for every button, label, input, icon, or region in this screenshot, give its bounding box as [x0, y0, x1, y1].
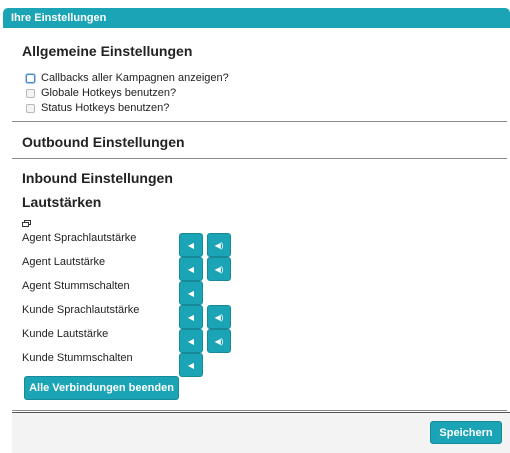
- customer-mute-label: Kunde Stummschalten: [22, 352, 133, 364]
- end-all-connections-button[interactable]: Alle Verbindungen beenden: [24, 376, 179, 400]
- customer-speech-volume-down-button[interactable]: ◀: [179, 305, 203, 329]
- volume-up-icon: ◀): [214, 336, 224, 346]
- customer-speech-volume-up-button[interactable]: ◀): [207, 305, 231, 329]
- agent-volume-down-button[interactable]: ◀: [179, 257, 203, 281]
- status-hotkeys-checkbox-label: Status Hotkeys benutzen?: [41, 102, 170, 114]
- global-hotkeys-checkbox-label: Globale Hotkeys benutzen?: [41, 87, 177, 99]
- mute-icon: ◀: [187, 288, 195, 298]
- agent-speech-volume-down-button[interactable]: ◀: [179, 233, 203, 257]
- status-hotkeys-checkbox-row[interactable]: Status Hotkeys benutzen?: [26, 101, 169, 115]
- divider: [12, 121, 507, 122]
- global-hotkeys-checkbox[interactable]: [26, 88, 35, 98]
- settings-header: Ihre Einstellungen: [3, 8, 510, 28]
- volume-up-icon: ◀): [214, 264, 224, 274]
- popout-icon[interactable]: [22, 220, 31, 227]
- customer-speech-volume-label: Kunde Sprachlautstärke: [22, 304, 140, 316]
- volume-title: Lautstärken: [22, 194, 102, 210]
- customer-mute-button[interactable]: ◀: [179, 353, 203, 377]
- agent-speech-volume-label: Agent Sprachlautstärke: [22, 232, 137, 244]
- callbacks-checkbox-row[interactable]: Callbacks aller Kampagnen anzeigen?: [26, 71, 229, 85]
- agent-mute-label: Agent Stummschalten: [22, 280, 130, 292]
- agent-speech-volume-up-button[interactable]: ◀): [207, 233, 231, 257]
- callbacks-checkbox[interactable]: [26, 73, 35, 83]
- status-hotkeys-checkbox[interactable]: [26, 103, 35, 113]
- volume-up-icon: ◀): [214, 240, 224, 250]
- save-button[interactable]: Speichern: [430, 421, 502, 444]
- volume-up-icon: ◀): [214, 312, 224, 322]
- customer-volume-label: Kunde Lautstärke: [22, 328, 109, 340]
- volume-down-icon: ◀: [187, 240, 195, 250]
- global-hotkeys-checkbox-row[interactable]: Globale Hotkeys benutzen?: [26, 86, 176, 100]
- agent-mute-button[interactable]: ◀: [179, 281, 203, 305]
- outbound-settings-title[interactable]: Outbound Einstellungen: [22, 134, 185, 150]
- general-settings-title: Allgemeine Einstellungen: [22, 43, 193, 59]
- divider: [12, 410, 507, 411]
- volume-down-icon: ◀: [187, 312, 195, 322]
- callbacks-checkbox-label: Callbacks aller Kampagnen anzeigen?: [41, 72, 229, 84]
- volume-down-icon: ◀: [187, 264, 195, 274]
- agent-volume-label: Agent Lautstärke: [22, 256, 106, 268]
- divider: [12, 158, 507, 159]
- volume-down-icon: ◀: [187, 336, 195, 346]
- agent-volume-up-button[interactable]: ◀): [207, 257, 231, 281]
- mute-icon: ◀: [187, 360, 195, 370]
- inbound-settings-title[interactable]: Inbound Einstellungen: [22, 170, 173, 186]
- customer-volume-down-button[interactable]: ◀: [179, 329, 203, 353]
- customer-volume-up-button[interactable]: ◀): [207, 329, 231, 353]
